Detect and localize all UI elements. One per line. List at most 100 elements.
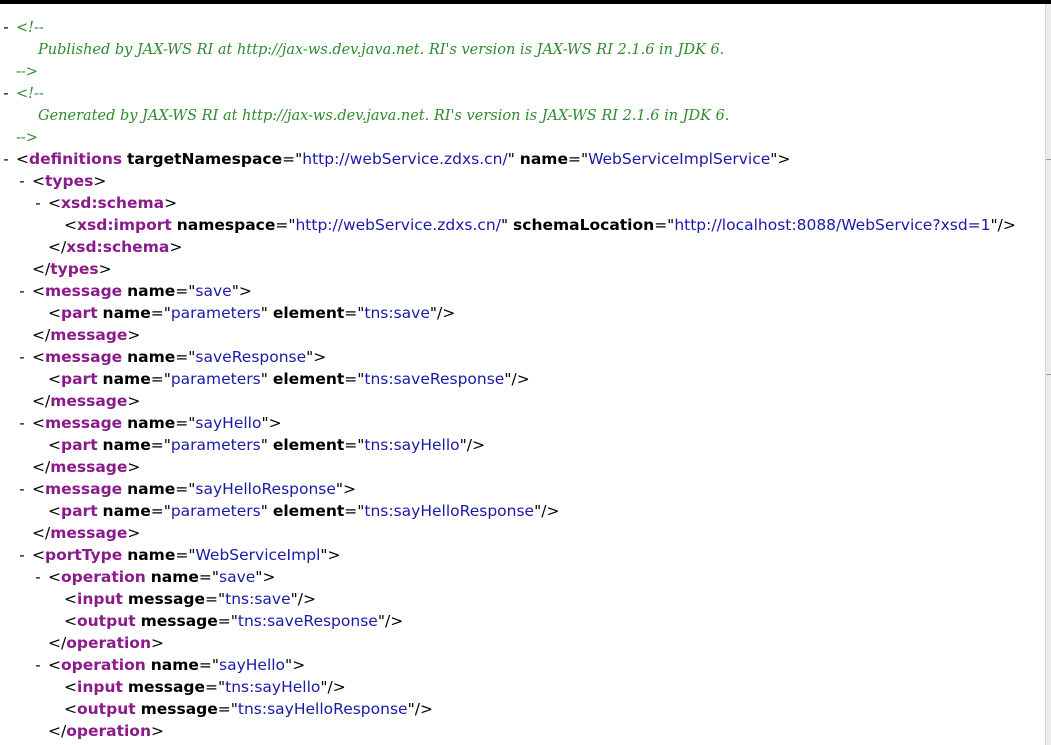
tag-name: part <box>61 370 98 388</box>
xml-line: <part name="parameters" element="tns:sav… <box>0 302 1040 324</box>
attr-value: sayHello <box>219 656 286 674</box>
comment-close: --> <box>16 130 38 146</box>
attr-value: sayHello <box>195 414 262 432</box>
tag-name: xsd:schema <box>66 238 170 256</box>
attr-name: name <box>127 414 176 432</box>
quote: " <box>459 436 467 454</box>
xml-line-content: <portType name="WebServiceImpl"> <box>32 544 341 566</box>
xml-line: - <types> <box>0 170 1040 192</box>
attr-name: element <box>272 502 345 520</box>
tag-bracket: < <box>48 568 61 586</box>
collapse-toggle-icon[interactable]: - <box>33 566 43 588</box>
equals: =" <box>198 656 219 674</box>
tag-bracket: </ <box>32 392 51 410</box>
xml-line: - <message name="sayHello"> <box>0 412 1040 434</box>
tag-bracket: /> <box>997 216 1016 234</box>
tag-name: part <box>61 502 98 520</box>
attr-name: name <box>127 282 176 300</box>
xml-line-content: --> <box>16 60 38 83</box>
xml-line: </message> <box>0 324 1040 346</box>
xml-line: - <message name="save"> <box>0 280 1040 302</box>
tag-name: xsd:schema <box>61 194 165 212</box>
xml-line: - <operation name="save"> <box>0 566 1040 588</box>
xml-line-content: <message name="save"> <box>32 280 252 302</box>
xml-line-content: <definitions targetNamespace="http://web… <box>16 148 790 170</box>
tag-name: input <box>77 590 123 608</box>
collapse-toggle-icon[interactable]: - <box>33 654 43 676</box>
tag-name: operation <box>66 722 151 740</box>
tag-bracket: > <box>164 194 178 212</box>
tag-bracket: /> <box>437 304 456 322</box>
xml-line-content: Generated by JAX-WS RI at http://jax-ws.… <box>38 104 729 127</box>
collapse-toggle-icon[interactable]: - <box>33 192 43 214</box>
equals: =" <box>175 414 196 432</box>
xml-line: - <!-- <box>0 82 1040 104</box>
tag-bracket: /> <box>384 612 404 630</box>
attr-value: tns:sayHelloResponse <box>364 502 535 520</box>
xml-line-content: <operation name="save"> <box>48 566 275 588</box>
collapse-toggle-icon[interactable]: - <box>17 412 27 434</box>
tag-bracket: < <box>32 172 45 190</box>
equals: =" <box>217 700 238 718</box>
tag-bracket: > <box>313 348 327 366</box>
equals: =" <box>344 502 365 520</box>
tag-name: message <box>45 282 123 300</box>
tag-bracket: < <box>64 678 77 696</box>
attr-value: tns:saveResponse <box>364 370 505 388</box>
equals: =" <box>344 436 365 454</box>
xml-line: <output message="tns:sayHelloResponse"/> <box>0 698 1040 720</box>
scrollbar-mark <box>1046 374 1051 375</box>
collapse-toggle-icon[interactable]: - <box>17 544 27 566</box>
tag-name: xsd:import <box>77 216 172 234</box>
equals: =" <box>175 282 196 300</box>
tag-bracket: > <box>127 326 141 344</box>
tag-bracket: > <box>150 634 164 652</box>
attr-name: message <box>140 700 218 718</box>
xml-line: <input message="tns:sayHello"/> <box>0 676 1040 698</box>
equals: =" <box>654 216 675 234</box>
collapse-toggle-icon[interactable]: - <box>17 170 27 192</box>
tag-bracket: > <box>292 656 306 674</box>
xml-line-content: <part name="parameters" element="tns:sav… <box>48 302 455 324</box>
xml-line: <part name="parameters" element="tns:say… <box>0 500 1040 522</box>
collapse-toggle-icon[interactable]: - <box>1 16 11 38</box>
attr-name: name <box>150 568 199 586</box>
xml-line-content: Published by JAX-WS RI at http://jax-ws.… <box>38 38 724 61</box>
xml-line-content: <input message="tns:sayHello"/> <box>64 676 346 698</box>
tag-bracket: /> <box>327 678 346 696</box>
comment-close: --> <box>16 64 38 80</box>
xml-line: --> <box>0 126 1040 148</box>
tag-bracket: > <box>262 568 276 586</box>
attr-value: tns:save <box>225 590 291 608</box>
tag-bracket: < <box>32 546 45 564</box>
equals: =" <box>150 304 171 322</box>
tag-bracket: </ <box>32 260 51 278</box>
attr-name: targetNamespace <box>127 150 283 168</box>
tag-name: definitions <box>29 150 123 168</box>
tag-bracket: > <box>150 722 164 740</box>
vertical-scrollbar[interactable] <box>1045 4 1051 745</box>
xml-line-content: <!-- <box>16 16 44 39</box>
xml-line-content: <output message="tns:sayHelloResponse"/> <box>64 698 433 720</box>
collapse-toggle-icon[interactable]: - <box>1 82 11 104</box>
collapse-toggle-icon[interactable]: - <box>17 280 27 302</box>
collapse-toggle-icon[interactable]: - <box>17 346 27 368</box>
xml-viewer: - <!-- Published by JAX-WS RI at http://ja… <box>0 0 1051 745</box>
equals: =" <box>217 612 238 630</box>
tag-name: part <box>61 304 98 322</box>
equals: =" <box>150 502 171 520</box>
xml-line-content: </message> <box>32 456 140 478</box>
tag-bracket: > <box>127 392 141 410</box>
attr-name: schemaLocation <box>513 216 655 234</box>
tag-bracket: < <box>48 370 61 388</box>
attr-value: parameters <box>170 304 261 322</box>
equals: =" <box>282 150 303 168</box>
xml-line-content: </operation> <box>48 632 164 654</box>
attr-value: save <box>219 568 256 586</box>
window-top-border <box>0 0 1051 4</box>
collapse-toggle-icon[interactable]: - <box>1 148 11 170</box>
tag-name: types <box>50 260 99 278</box>
tag-bracket: </ <box>48 722 67 740</box>
collapse-toggle-icon[interactable]: - <box>17 478 27 500</box>
tag-name: message <box>45 480 123 498</box>
